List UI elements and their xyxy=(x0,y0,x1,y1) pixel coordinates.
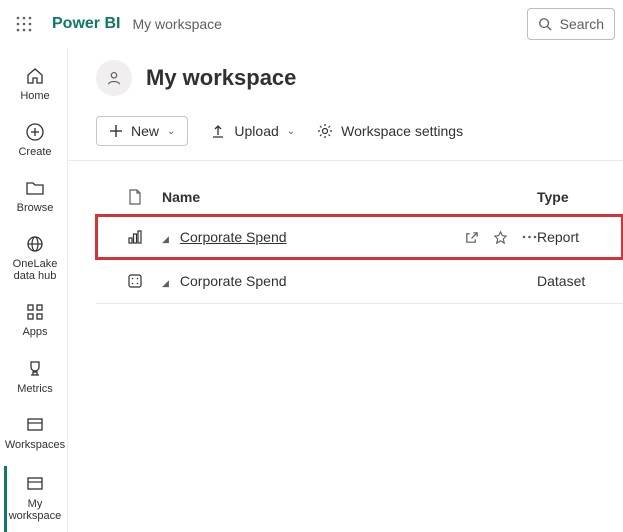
workspace-avatar xyxy=(96,60,132,96)
content-table: Name Type ◢ Corporate Spend Report xyxy=(96,179,623,304)
new-button[interactable]: New ⌄ xyxy=(96,116,188,146)
workspace-icon xyxy=(25,474,45,494)
nav-workspaces[interactable]: Workspaces xyxy=(4,407,64,461)
file-icon xyxy=(128,189,142,205)
row-type-icon xyxy=(114,229,156,245)
nav-metrics[interactable]: Metrics xyxy=(4,351,64,405)
table-row[interactable]: ◢ Corporate Spend Dataset xyxy=(96,259,623,304)
table-row[interactable]: ◢ Corporate Spend Report xyxy=(96,215,623,259)
report-icon xyxy=(127,229,143,245)
chevron-down-icon: ⌄ xyxy=(287,126,295,137)
workspace-title: My workspace xyxy=(146,65,296,91)
nav-datahub-label: OneLake data hub xyxy=(7,258,64,282)
item-type: Dataset xyxy=(537,273,607,289)
globe-icon xyxy=(25,234,45,254)
plus-circle-icon xyxy=(25,122,45,142)
column-icon xyxy=(114,189,156,205)
nav-apps-label: Apps xyxy=(22,326,47,338)
trophy-icon xyxy=(25,359,45,379)
divider xyxy=(68,160,623,161)
item-name[interactable]: Corporate Spend xyxy=(180,273,287,289)
row-type-icon xyxy=(114,273,156,289)
more-icon[interactable] xyxy=(522,235,537,239)
nav-workspaces-label: Workspaces xyxy=(5,439,65,451)
upload-label: Upload xyxy=(234,123,278,139)
upload-button[interactable]: Upload ⌄ xyxy=(210,123,295,139)
chevron-down-icon: ⌄ xyxy=(167,126,175,137)
new-button-label: New xyxy=(131,123,159,139)
gear-icon xyxy=(317,123,333,139)
workspaces-icon xyxy=(25,415,45,435)
nav-apps[interactable]: Apps xyxy=(4,294,64,348)
nav-create[interactable]: Create xyxy=(4,114,64,168)
plus-icon xyxy=(109,124,123,138)
column-name[interactable]: Name xyxy=(156,189,417,205)
person-icon xyxy=(105,69,123,87)
folder-icon xyxy=(25,178,45,198)
nav-home[interactable]: Home xyxy=(4,58,64,112)
nav-my-workspace-label: My workspace xyxy=(7,498,64,522)
left-nav: Home Create Browse OneLake data hub Apps… xyxy=(0,48,68,532)
search-icon xyxy=(538,17,552,31)
item-type: Report xyxy=(537,229,607,245)
nav-home-label: Home xyxy=(20,90,49,102)
nav-browse-label: Browse xyxy=(17,202,54,214)
expand-caret-icon[interactable]: ◢ xyxy=(162,234,170,245)
search-placeholder: Search xyxy=(560,16,604,32)
search-input[interactable]: Search xyxy=(527,8,615,40)
toolbar: New ⌄ Upload ⌄ Workspace settings xyxy=(96,110,623,160)
nav-my-workspace[interactable]: My workspace xyxy=(4,466,64,532)
settings-label: Workspace settings xyxy=(341,123,463,139)
nav-browse[interactable]: Browse xyxy=(4,170,64,224)
brand-label: Power BI xyxy=(52,15,120,33)
upload-icon xyxy=(210,123,226,139)
breadcrumb[interactable]: My workspace xyxy=(132,16,221,32)
topbar: Power BI My workspace Search xyxy=(0,0,623,48)
main-content: My workspace New ⌄ Upload ⌄ Workspace se… xyxy=(68,48,623,532)
nav-metrics-label: Metrics xyxy=(17,383,52,395)
expand-caret-icon[interactable]: ◢ xyxy=(162,278,170,289)
share-icon[interactable] xyxy=(464,230,479,245)
column-type[interactable]: Type xyxy=(537,189,607,205)
app-launcher-icon[interactable] xyxy=(8,8,40,40)
workspace-header: My workspace xyxy=(96,60,623,110)
nav-create-label: Create xyxy=(18,146,51,158)
dataset-icon xyxy=(127,273,143,289)
item-name-link[interactable]: Corporate Spend xyxy=(180,229,287,245)
apps-icon xyxy=(25,302,45,322)
favorite-icon[interactable] xyxy=(493,230,508,245)
workspace-settings-button[interactable]: Workspace settings xyxy=(317,123,463,139)
home-icon xyxy=(25,66,45,86)
table-header: Name Type xyxy=(96,179,623,215)
nav-datahub[interactable]: OneLake data hub xyxy=(4,226,64,292)
